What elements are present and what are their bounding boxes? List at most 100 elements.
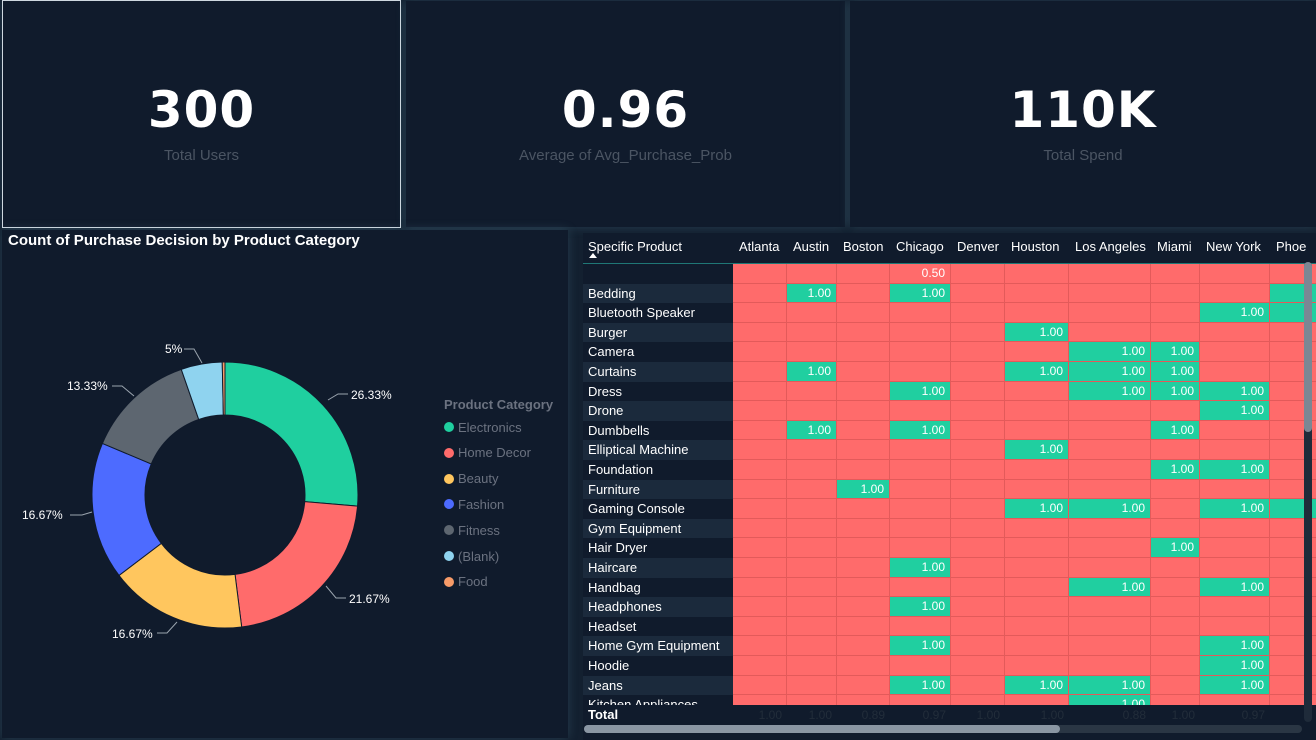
matrix-cell[interactable] — [1069, 401, 1151, 421]
matrix-cell[interactable] — [733, 518, 787, 539]
matrix-cell[interactable] — [787, 636, 837, 656]
matrix-cell[interactable] — [890, 362, 951, 382]
table-row[interactable]: Haircare 1.00 — [583, 558, 1316, 578]
matrix-cell[interactable]: 1.00 — [1069, 362, 1151, 382]
matrix-cell[interactable] — [1005, 597, 1069, 617]
matrix-cell[interactable]: 1.00 — [1200, 656, 1270, 676]
table-row[interactable]: Elliptical Machine 1.00 — [583, 440, 1316, 460]
matrix-cell[interactable] — [1200, 283, 1270, 304]
column-header-austin[interactable]: Austin — [793, 239, 829, 254]
matrix-cell[interactable] — [1005, 518, 1069, 539]
column-header-denver[interactable]: Denver — [957, 239, 999, 254]
matrix-cell[interactable] — [837, 342, 890, 362]
matrix-cell[interactable] — [733, 283, 787, 304]
matrix-cell[interactable] — [890, 577, 951, 598]
matrix-cell[interactable] — [837, 303, 890, 323]
matrix-cell[interactable] — [1005, 656, 1069, 676]
matrix-cell[interactable] — [733, 362, 787, 382]
matrix-cell[interactable] — [951, 420, 1005, 441]
matrix-cell[interactable]: 1.00 — [1200, 499, 1270, 519]
kpi-card-avg-purchase-prob[interactable]: 0.96 Average of Avg_Purchase_Prob — [406, 1, 845, 227]
matrix-cell[interactable] — [1069, 616, 1151, 637]
matrix-cell[interactable] — [733, 558, 787, 578]
matrix-cell[interactable]: 1.00 — [1005, 499, 1069, 519]
matrix-cell[interactable] — [787, 401, 837, 421]
matrix-cell[interactable]: 1.00 — [1151, 460, 1200, 480]
matrix-cell[interactable] — [1069, 322, 1151, 343]
matrix-cell[interactable] — [733, 420, 787, 441]
matrix-cell[interactable] — [951, 656, 1005, 676]
matrix-cell[interactable] — [890, 518, 951, 539]
matrix-cell[interactable] — [1069, 518, 1151, 539]
table-row[interactable]: Headset — [583, 616, 1316, 637]
matrix-cell[interactable]: 1.00 — [1069, 577, 1151, 598]
matrix-cell[interactable] — [890, 440, 951, 460]
matrix-cell[interactable] — [837, 420, 890, 441]
matrix-cell[interactable] — [951, 460, 1005, 480]
matrix-cell[interactable] — [837, 283, 890, 304]
matrix-cell[interactable] — [787, 264, 837, 284]
matrix-cell[interactable]: 1.00 — [890, 675, 951, 696]
matrix-cell[interactable]: 1.00 — [1151, 420, 1200, 441]
matrix-cell[interactable]: 1.00 — [837, 479, 890, 500]
matrix-cell[interactable] — [787, 577, 837, 598]
matrix-cell[interactable]: 1.00 — [1005, 362, 1069, 382]
table-row[interactable]: Burger 1.00 — [583, 322, 1316, 343]
matrix-cell[interactable] — [1151, 440, 1200, 460]
matrix-cell[interactable]: 1.00 — [1151, 362, 1200, 382]
matrix-cell[interactable] — [787, 342, 837, 362]
matrix-cell[interactable] — [1069, 479, 1151, 500]
matrix-cell[interactable] — [837, 636, 890, 656]
matrix-cell[interactable] — [1151, 518, 1200, 539]
matrix-cell[interactable] — [951, 303, 1005, 323]
matrix-cell[interactable] — [951, 401, 1005, 421]
matrix-cell[interactable] — [837, 460, 890, 480]
table-row[interactable]: Bedding1.001.001 — [583, 283, 1316, 304]
matrix-cell[interactable] — [1151, 322, 1200, 343]
donut-slice-fitness[interactable] — [101, 368, 200, 465]
matrix-cell[interactable] — [890, 656, 951, 676]
table-row[interactable]: Dumbbells 1.00 1.00 1.00 — [583, 420, 1316, 441]
matrix-cell[interactable] — [1200, 362, 1270, 382]
matrix-cell[interactable] — [1005, 420, 1069, 441]
donut-slice-home-decor[interactable] — [234, 501, 359, 628]
matrix-cell[interactable] — [787, 479, 837, 500]
matrix-cell[interactable]: 1.00 — [1005, 675, 1069, 696]
matrix-cell[interactable]: 1.00 — [890, 558, 951, 578]
matrix-cell[interactable] — [1005, 381, 1069, 402]
matrix-cell[interactable]: 1.00 — [1200, 636, 1270, 656]
matrix-cell[interactable] — [837, 401, 890, 421]
matrix-cell[interactable] — [1200, 558, 1270, 578]
matrix-cell[interactable] — [1069, 264, 1151, 284]
matrix-cell[interactable] — [787, 303, 837, 323]
donut-slice-electronics[interactable] — [224, 361, 359, 507]
table-row[interactable]: Foundation 1.00 1.00 — [583, 460, 1316, 480]
table-row[interactable]: Jeans 1.00 1.00 1.00 1.00 — [583, 675, 1316, 696]
matrix-cell[interactable] — [1005, 264, 1069, 284]
matrix-cell[interactable]: 1.00 — [1200, 460, 1270, 480]
matrix-cell[interactable] — [890, 342, 951, 362]
matrix-cell[interactable] — [1151, 401, 1200, 421]
matrix-cell[interactable]: 1.00 — [1005, 440, 1069, 460]
matrix-cell[interactable] — [951, 499, 1005, 519]
matrix-cell[interactable] — [733, 342, 787, 362]
matrix-cell[interactable] — [1200, 479, 1270, 500]
matrix-cell[interactable] — [733, 460, 787, 480]
matrix-cell[interactable] — [787, 616, 837, 637]
matrix-cell[interactable] — [837, 675, 890, 696]
matrix-cell[interactable] — [1005, 342, 1069, 362]
matrix-cell[interactable]: 1.00 — [890, 597, 951, 617]
matrix-cell[interactable] — [787, 460, 837, 480]
matrix-cell[interactable] — [1069, 538, 1151, 558]
matrix-cell[interactable]: 1.00 — [890, 420, 951, 441]
matrix-cell[interactable] — [787, 440, 837, 460]
matrix-cell[interactable] — [1200, 342, 1270, 362]
matrix-cell[interactable]: 1.00 — [1151, 538, 1200, 558]
matrix-cell[interactable] — [1151, 675, 1200, 696]
column-header-chicago[interactable]: Chicago — [896, 239, 944, 254]
matrix-cell[interactable] — [1151, 283, 1200, 304]
matrix-cell[interactable] — [1200, 538, 1270, 558]
matrix-cell[interactable] — [951, 675, 1005, 696]
matrix-cell[interactable] — [1151, 577, 1200, 598]
matrix-cell[interactable]: 1.00 — [1005, 322, 1069, 343]
